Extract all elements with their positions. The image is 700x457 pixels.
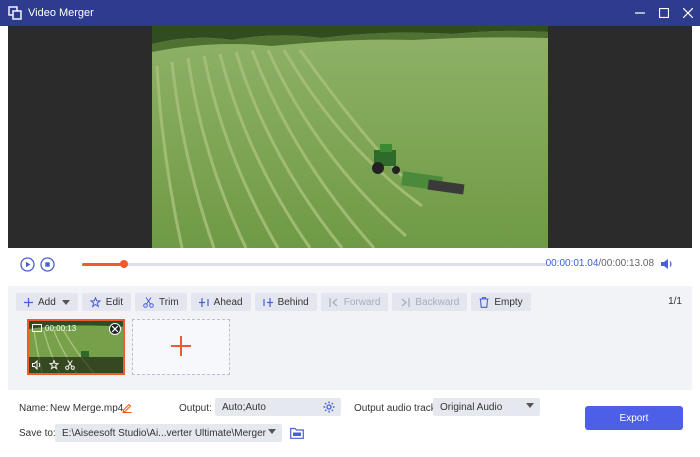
plus-icon xyxy=(24,297,33,307)
empty-button[interactable]: Empty xyxy=(471,293,531,311)
chevron-down-icon xyxy=(526,403,534,408)
empty-label: Empty xyxy=(494,296,523,308)
clip-thumbnail[interactable]: 00:00:13 xyxy=(27,319,125,375)
ahead-icon xyxy=(198,297,209,307)
progress-bar[interactable] xyxy=(82,260,547,268)
behind-icon xyxy=(262,297,273,307)
volume-icon[interactable] xyxy=(660,257,674,271)
maximize-button[interactable] xyxy=(652,0,676,26)
window-title: Video Merger xyxy=(28,7,94,19)
trim-label: Trim xyxy=(159,296,179,308)
chevron-down-icon xyxy=(268,429,276,434)
forward-label: Forward xyxy=(343,296,381,308)
magic-wand-icon xyxy=(89,296,101,308)
output-format-field[interactable]: Auto;Auto xyxy=(215,398,341,416)
audio-track-label: Output audio track: xyxy=(354,403,439,414)
timecode: 00:00:01.04/00:00:13.08 xyxy=(546,258,654,269)
behind-label: Behind xyxy=(277,296,309,308)
video-preview[interactable] xyxy=(8,26,692,248)
trash-icon xyxy=(479,296,489,308)
audio-track-select[interactable]: Original Audio xyxy=(433,398,540,416)
total-time: 00:00:13.08 xyxy=(601,258,654,269)
add-clip-tile[interactable] xyxy=(132,319,230,375)
folder-icon[interactable] xyxy=(290,427,304,439)
output-label: Output: xyxy=(179,403,212,414)
clip-edit-icon[interactable] xyxy=(49,360,59,370)
clip-panel: Add Edit Trim Ahead Behind Forward Backw… xyxy=(8,286,692,390)
progress-fill xyxy=(82,263,125,266)
audio-track-value: Original Audio xyxy=(440,401,503,413)
backward-label: Backward xyxy=(415,296,460,308)
close-window-button[interactable] xyxy=(676,0,700,26)
forward-icon xyxy=(329,297,339,307)
player-controls: 00:00:01.04/00:00:13.08 xyxy=(8,248,692,282)
chevron-down-icon[interactable] xyxy=(61,299,70,305)
edit-button[interactable]: Edit xyxy=(81,293,132,311)
save-to-label: Save to: xyxy=(19,428,56,439)
behind-button[interactable]: Behind xyxy=(254,293,317,311)
audio-icon[interactable] xyxy=(32,360,43,370)
stop-button[interactable] xyxy=(40,257,55,272)
export-button[interactable]: Export xyxy=(585,406,683,430)
add-button[interactable]: Add xyxy=(16,293,78,311)
clip-duration: 00:00:13 xyxy=(45,324,77,333)
remove-clip-icon[interactable] xyxy=(109,323,121,335)
output-settings: Name: New Merge.mp4 Output: Auto;Auto Ou… xyxy=(0,390,700,457)
save-path-select[interactable]: E:\Aiseesoft Studio\Ai...verter Ultimate… xyxy=(55,424,282,442)
edit-label: Edit xyxy=(105,296,124,308)
current-time: 00:00:01.04 xyxy=(545,258,599,269)
backward-button[interactable]: Backward xyxy=(392,293,468,311)
merge-icon xyxy=(8,6,22,20)
gear-icon[interactable] xyxy=(323,401,335,413)
forward-button[interactable]: Forward xyxy=(320,293,389,311)
progress-handle[interactable] xyxy=(120,260,129,268)
output-format-value: Auto;Auto xyxy=(222,401,266,413)
video-frame xyxy=(152,26,548,248)
clip-actions xyxy=(29,357,123,373)
page-count: 1/1 xyxy=(668,296,682,307)
clip-trim-icon[interactable] xyxy=(65,360,75,370)
scissors-icon xyxy=(143,296,154,308)
backward-icon xyxy=(400,297,411,307)
add-label: Add xyxy=(38,296,56,308)
title-bar: Video Merger xyxy=(0,0,700,26)
minimize-button[interactable] xyxy=(628,0,652,26)
film-icon xyxy=(32,324,42,332)
ahead-label: Ahead xyxy=(213,296,243,308)
clip-toolbar: Add Edit Trim Ahead Behind Forward Backw… xyxy=(16,293,535,311)
plus-icon xyxy=(171,335,191,359)
ahead-button[interactable]: Ahead xyxy=(190,293,251,311)
trim-button[interactable]: Trim xyxy=(135,293,187,311)
file-name: New Merge.mp4 xyxy=(50,403,124,414)
save-path-value: E:\Aiseesoft Studio\Ai...verter Ultimate… xyxy=(62,427,266,439)
rename-icon[interactable] xyxy=(122,402,132,413)
name-label: Name: xyxy=(19,403,49,414)
play-button[interactable] xyxy=(20,257,35,272)
